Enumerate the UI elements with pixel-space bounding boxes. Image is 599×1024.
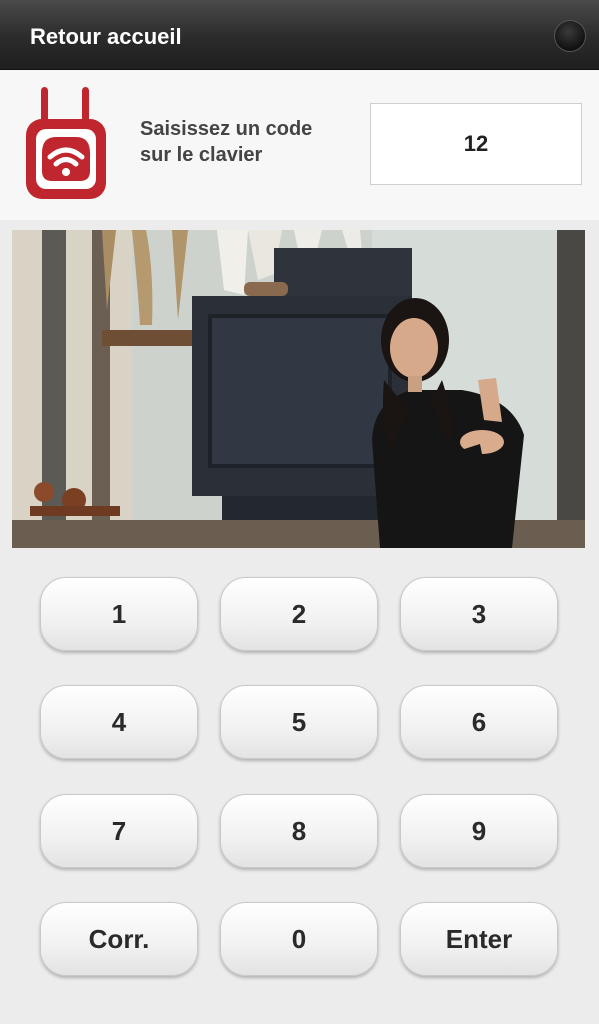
key-7-button[interactable]: 7 — [40, 794, 198, 868]
code-display: 12 — [370, 103, 582, 185]
key-8-button[interactable]: 8 — [220, 794, 378, 868]
key-5-button[interactable]: 5 — [220, 685, 378, 759]
key-1-button[interactable]: 1 — [40, 577, 198, 651]
code-prompt-line-2: sur le clavier — [140, 144, 263, 166]
key-6-button[interactable]: 6 — [400, 685, 558, 759]
key-2-button[interactable]: 2 — [220, 577, 378, 651]
code-display-value: 12 — [463, 131, 489, 156]
video-player[interactable] — [12, 230, 585, 548]
code-prompt-line-1: Saisissez un code — [140, 118, 313, 140]
key-4-button[interactable]: 4 — [40, 685, 198, 759]
correct-button[interactable]: Corr. — [40, 902, 198, 976]
audio-guide-logo-icon — [26, 87, 106, 199]
menu-button[interactable] — [554, 20, 586, 52]
top-bar: Retour accueil — [0, 0, 599, 70]
enter-button[interactable]: Enter — [400, 902, 558, 976]
key-3-button[interactable]: 3 — [400, 577, 558, 651]
back-home-button[interactable]: Retour accueil — [30, 24, 182, 50]
code-prompt: Saisissez un code sur le clavier — [140, 116, 312, 168]
key-9-button[interactable]: 9 — [400, 794, 558, 868]
video-frame-image — [12, 230, 585, 548]
key-0-button[interactable]: 0 — [220, 902, 378, 976]
